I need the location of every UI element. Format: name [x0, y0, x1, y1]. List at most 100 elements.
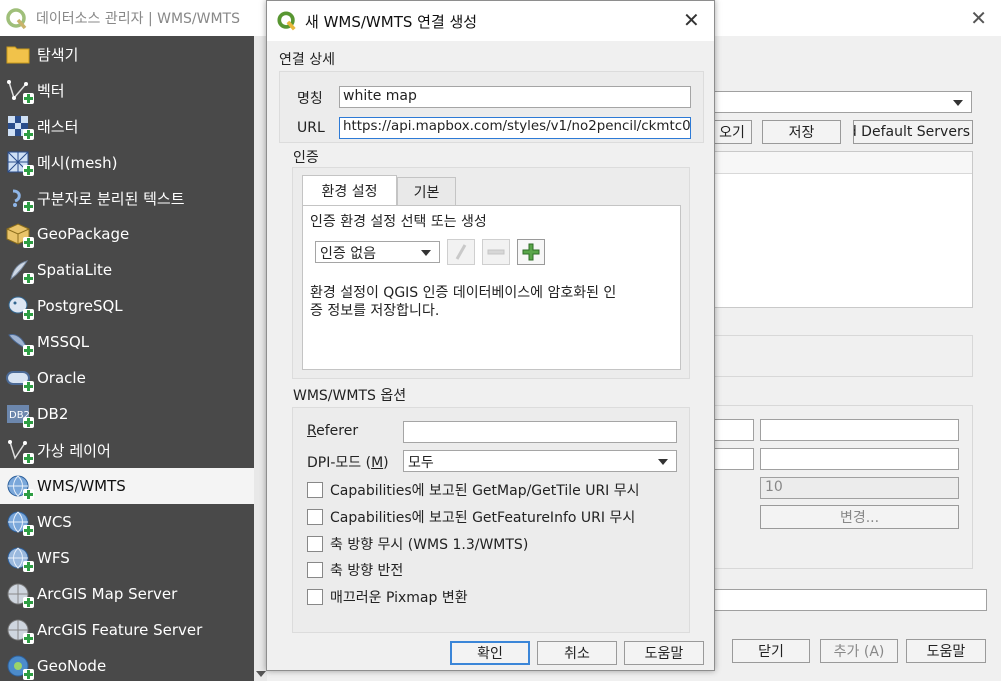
- dpi-mode-select[interactable]: 모두: [403, 450, 677, 472]
- cancel-button[interactable]: 취소: [537, 641, 617, 665]
- sidebar-item[interactable]: WMS/WMTS: [0, 468, 254, 504]
- plus-badge-icon: [23, 129, 34, 140]
- sidebar-item-label: GeoNode: [37, 657, 107, 675]
- manager-help-button[interactable]: 도움말: [906, 639, 986, 663]
- dialog-title-bar: 새 WMS/WMTS 연결 생성 ✕: [267, 1, 714, 41]
- sidebar-item[interactable]: GeoPackage: [0, 216, 254, 252]
- help-button[interactable]: 도움말: [624, 641, 704, 665]
- geonode-icon: [3, 652, 34, 680]
- dialog-close-icon[interactable]: ✕: [683, 8, 700, 32]
- layers-table[interactable]: [712, 151, 973, 308]
- url-input[interactable]: https://api.mapbox.com/styles/v1/no2penc…: [339, 117, 691, 139]
- sidebar-item[interactable]: 메시(mesh): [0, 144, 254, 180]
- sidebar-item[interactable]: 벡터: [0, 72, 254, 108]
- ok-button[interactable]: 확인: [450, 641, 530, 665]
- sidebar-item[interactable]: PostgreSQL: [0, 288, 254, 324]
- close-button[interactable]: 닫기: [732, 639, 810, 663]
- option-input-3[interactable]: [712, 448, 754, 470]
- save-connections-button[interactable]: 저장: [762, 120, 841, 144]
- add-layer-button[interactable]: 추가 (A): [820, 639, 898, 663]
- checkbox-box[interactable]: [307, 589, 323, 605]
- sidebar-item[interactable]: 가상 레이어: [0, 432, 254, 468]
- sidebar-item-label: 가상 레이어: [37, 441, 111, 460]
- option-input-4[interactable]: [760, 448, 959, 470]
- mssql-icon: [3, 328, 34, 356]
- checkbox-box[interactable]: [307, 562, 323, 578]
- sidebar-item-label: PostgreSQL: [37, 297, 123, 315]
- option-input-2[interactable]: [760, 419, 959, 441]
- sidebar-item[interactable]: ArcGIS Feature Server: [0, 612, 254, 648]
- wms-globe-icon: [3, 472, 34, 500]
- plus-badge-icon: [23, 93, 34, 104]
- plus-badge-icon: [23, 165, 34, 176]
- connection-combo[interactable]: [712, 91, 972, 113]
- ignore-axis-orientation-checkbox[interactable]: 축 방향 무시 (WMS 1.3/WMTS): [307, 534, 528, 554]
- chevron-down-icon: [421, 250, 431, 256]
- add-default-servers-button[interactable]: Add Default Servers: [853, 120, 973, 144]
- sidebar-item[interactable]: GeoNode: [0, 648, 254, 681]
- change-crs-button[interactable]: 변경...: [760, 505, 959, 529]
- oracle-icon: [3, 364, 34, 392]
- smooth-pixmap-transform-checkbox[interactable]: 매끄러운 Pixmap 변환: [307, 587, 468, 607]
- sidebar-item[interactable]: Oracle: [0, 360, 254, 396]
- wcs-globe-icon: [3, 508, 34, 536]
- folder-icon: [3, 40, 33, 68]
- option-input-1[interactable]: [712, 419, 754, 441]
- chevron-down-icon: [658, 459, 668, 465]
- new-connection-dialog: 새 WMS/WMTS 연결 생성 ✕ 연결 상세 명칭 white map UR…: [266, 0, 715, 671]
- edit-config-button[interactable]: [447, 239, 475, 265]
- sidebar-item-label: 탐색기: [37, 45, 79, 64]
- referer-label: Referer: [307, 423, 359, 439]
- sidebar-item[interactable]: SpatiaLite: [0, 252, 254, 288]
- virtual-layer-icon: [3, 436, 34, 464]
- ignore-getmap-uri-checkbox[interactable]: Capabilities에 보고된 GetMap/GetTile URI 무시: [307, 480, 640, 500]
- sidebar-item-label: GeoPackage: [37, 225, 130, 243]
- qgis-logo-icon: [6, 8, 28, 34]
- load-button[interactable]: 오기: [712, 120, 752, 144]
- manager-close-icon[interactable]: ✕: [970, 6, 987, 30]
- auth-config-value: 인증 없음: [320, 246, 376, 262]
- remove-config-button[interactable]: [482, 239, 510, 265]
- sidebar-item[interactable]: 래스터: [0, 108, 254, 144]
- auth-info-line-1: 환경 설정이 QGIS 인증 데이터베이스에 암호화된 인: [310, 285, 617, 301]
- ignore-getfeatureinfo-uri-checkbox[interactable]: Capabilities에 보고된 GetFeatureInfo URI 무시: [307, 507, 635, 527]
- auth-config-label: 인증 환경 설정 선택 또는 생성: [310, 214, 487, 230]
- sidebar-item[interactable]: WCS: [0, 504, 254, 540]
- postgresql-icon: [3, 292, 34, 320]
- url-label: URL: [297, 120, 325, 136]
- checkbox-box[interactable]: [307, 536, 323, 552]
- tile-size-input[interactable]: 10: [760, 477, 959, 499]
- spatialite-icon: [3, 256, 34, 284]
- info-group: [712, 335, 973, 377]
- invert-axis-orientation-checkbox[interactable]: 축 방향 반전: [307, 560, 403, 580]
- scroll-down-arrow-icon[interactable]: [256, 671, 266, 677]
- plus-badge-icon: [23, 273, 34, 284]
- add-config-button[interactable]: [517, 239, 545, 265]
- checkbox-box[interactable]: [307, 509, 323, 525]
- mesh-layer-icon: [3, 148, 34, 176]
- tab-config[interactable]: 환경 설정: [302, 175, 397, 206]
- tab-basic[interactable]: 기본: [397, 177, 456, 207]
- delimited-text-icon: [3, 184, 34, 212]
- sidebar-item-label: 메시(mesh): [37, 153, 118, 172]
- layer-name-input[interactable]: [712, 589, 987, 611]
- name-input[interactable]: white map: [339, 86, 691, 108]
- sidebar-item[interactable]: 구분자로 분리된 텍스트: [0, 180, 254, 216]
- sidebar-item[interactable]: WFS: [0, 540, 254, 576]
- vector-layer-icon: [3, 76, 34, 104]
- sidebar-item[interactable]: DB2 DB2: [0, 396, 254, 432]
- sidebar-item-label: SpatiaLite: [37, 261, 113, 279]
- plus-badge-icon: [23, 489, 34, 500]
- sidebar-item[interactable]: MSSQL: [0, 324, 254, 360]
- arcgis-map-icon: [3, 580, 34, 608]
- auth-section-label: 인증: [293, 150, 319, 166]
- raster-layer-icon: [3, 112, 34, 140]
- auth-config-select[interactable]: 인증 없음: [315, 241, 440, 263]
- referer-input[interactable]: [403, 421, 677, 443]
- sidebar-item[interactable]: 탐색기: [0, 36, 254, 72]
- sidebar-item[interactable]: ArcGIS Map Server: [0, 576, 254, 612]
- sidebar-item-label: ArcGIS Feature Server: [37, 621, 203, 639]
- connection-section-label: 연결 상세: [279, 52, 335, 68]
- checkbox-box[interactable]: [307, 482, 323, 498]
- options-section-label: WMS/WMTS 옵션: [293, 388, 407, 404]
